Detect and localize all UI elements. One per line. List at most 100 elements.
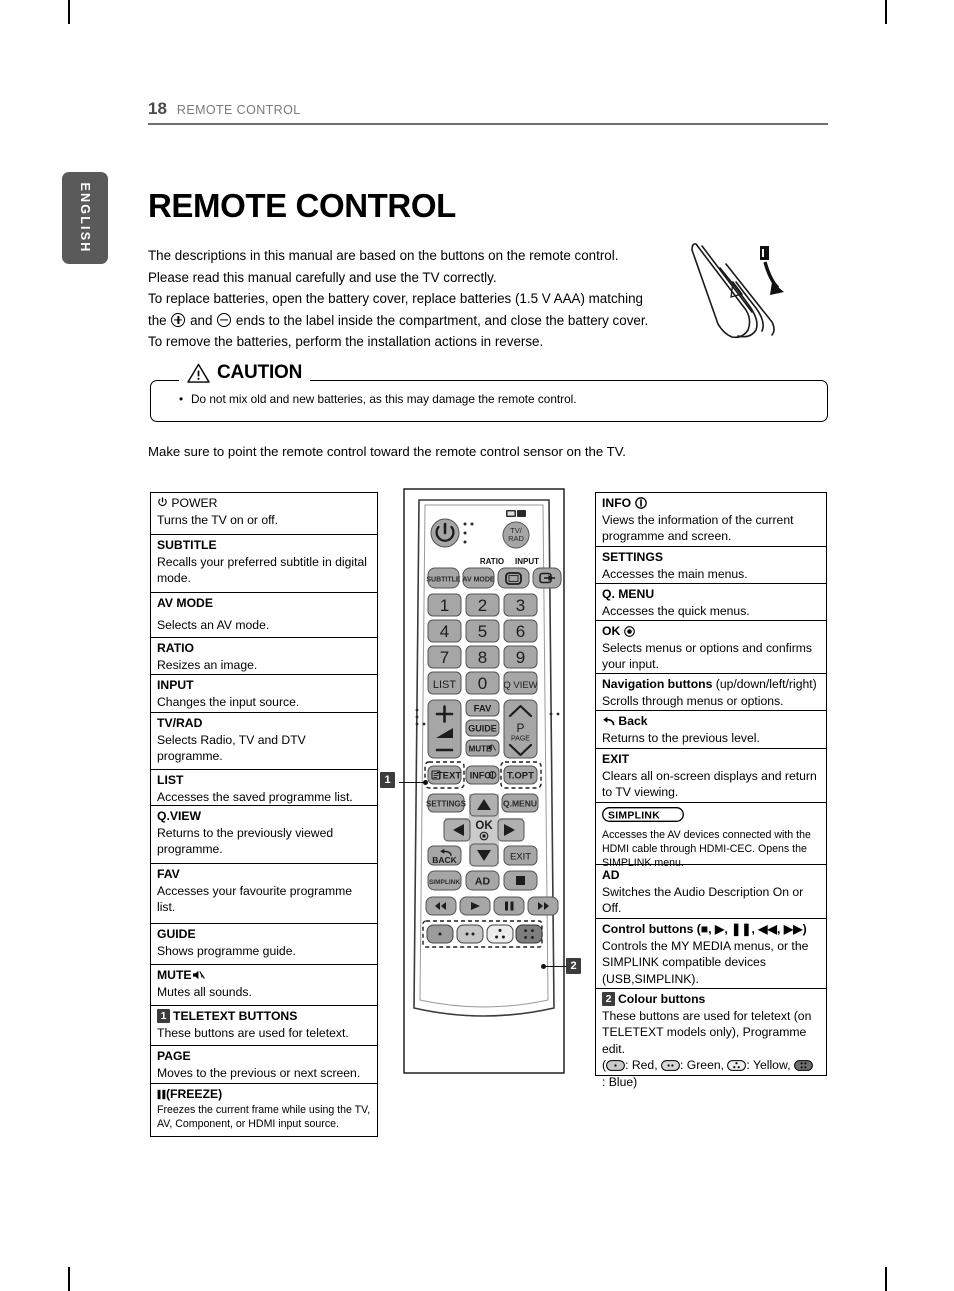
mute-icon: [192, 970, 205, 980]
row-desc: Views the information of the current pro…: [602, 512, 794, 544]
blue-label: : Blue): [602, 1074, 638, 1089]
row-desc: These buttons are used for teletext (on …: [602, 1008, 812, 1056]
row-title: LIST: [157, 773, 184, 787]
row-title-text: POWER: [171, 496, 218, 510]
callout-2-marker: 2: [566, 958, 581, 974]
table-row: RATIO Resizes an image.: [151, 638, 377, 675]
crop-mark-bottom-left: [68, 1267, 70, 1291]
row-desc: These buttons are used for teletext.: [157, 1025, 349, 1040]
svg-text:SIMPLINK: SIMPLINK: [429, 879, 460, 886]
row-title: 1 TELETEXT BUTTONS: [157, 1008, 372, 1025]
row-title-text: TELETEXT BUTTONS: [173, 1009, 298, 1023]
table-row: AD Switches the Audio Description On or …: [596, 865, 826, 919]
right-description-table: INFO Views the information of the curren…: [595, 492, 827, 1089]
row-title-text: Back: [618, 714, 648, 728]
table-row: GUIDE Shows programme guide.: [151, 924, 377, 965]
svg-text:RAD: RAD: [508, 534, 524, 543]
table-row: Q. MENU Accesses the quick menus.: [596, 584, 826, 621]
simplink-logo: SIMPLINK: [602, 807, 821, 827]
row-title: Control buttons (■, ▶, ❚❚, ◀◀, ▶▶): [602, 921, 821, 938]
row-desc: Turns the TV on or off.: [157, 512, 279, 527]
row-title: RATIO: [157, 641, 195, 655]
row-desc: Moves to the previous or next screen.: [157, 1065, 361, 1080]
row-title-text: Control buttons: [602, 922, 694, 936]
svg-text:MUTE: MUTE: [469, 745, 492, 754]
row-desc: Mutes all sounds.: [157, 984, 252, 999]
svg-text:9: 9: [516, 648, 525, 667]
intro-line-4: the and ends to the label inside the com…: [148, 310, 693, 332]
crop-mark-bottom-right: [885, 1267, 887, 1291]
row-title-text: OK: [602, 624, 621, 638]
svg-text:INPUT: INPUT: [515, 557, 539, 566]
table-row: EXIT Clears all on-screen displays and r…: [596, 749, 826, 803]
row-title: Q. MENU: [602, 587, 655, 601]
intro-line-4a: the: [148, 312, 167, 328]
row-title-text: INFO: [602, 496, 632, 510]
svg-text:BACK: BACK: [432, 855, 457, 865]
svg-text:EXIT: EXIT: [510, 852, 531, 863]
row-title: SETTINGS: [602, 550, 663, 564]
svg-text:0: 0: [478, 674, 487, 693]
svg-text:AV MODE: AV MODE: [462, 577, 494, 584]
intro-line-5: To remove the batteries, perform the ins…: [148, 334, 544, 349]
language-tab: ENGLISH: [62, 172, 108, 264]
plus-terminal-icon: [171, 312, 186, 327]
row-title: AV MODE: [157, 596, 213, 610]
pause-icon: [157, 1089, 166, 1100]
svg-text:PAGE: PAGE: [511, 736, 530, 743]
row-title-suffix: (up/down/left/right): [712, 677, 817, 691]
callout-marker-1: 1: [157, 1009, 170, 1023]
table-row: POWER Turns the TV on or off.: [151, 493, 377, 535]
row-desc: Resizes an image.: [157, 657, 258, 672]
page-header: 18 REMOTE CONTROL: [148, 100, 828, 125]
row-desc: Accesses your favourite programme list.: [157, 883, 353, 915]
minus-terminal-icon: [217, 312, 232, 327]
table-row: (FREEZE) Freezes the current frame while…: [151, 1084, 377, 1136]
row-title-suffix: (■, ▶, ❚❚, ◀◀, ▶▶): [693, 922, 807, 936]
table-row: 1 TELETEXT BUTTONS These buttons are used…: [151, 1006, 377, 1046]
row-desc: Selects an AV mode.: [157, 617, 372, 634]
row-title: 2 Colour buttons: [602, 991, 821, 1008]
row-desc: Scrolls through menus or options.: [602, 693, 784, 708]
info-icon: [634, 497, 647, 509]
row-desc: Freezes the current frame while using th…: [157, 1103, 371, 1130]
table-row: PAGE Moves to the previous or next scree…: [151, 1046, 377, 1084]
svg-text:7: 7: [440, 648, 449, 667]
caution-bullet-icon: •: [179, 392, 184, 406]
table-row: 2 Colour buttons These buttons are used f…: [596, 989, 826, 1089]
green-label: : Green,: [679, 1058, 725, 1072]
row-title-text: Colour buttons: [618, 992, 706, 1006]
row-title-text: Navigation buttons: [602, 677, 713, 691]
caution-box: CAUTION • Do not mix old and new batterie…: [150, 362, 828, 422]
row-title: (FREEZE): [157, 1086, 372, 1103]
row-desc: Accesses the saved programme list.: [157, 789, 353, 804]
row-title: INPUT: [157, 678, 194, 692]
row-title: INFO: [602, 495, 821, 512]
row-title: Navigation buttons (up/down/left/right): [602, 676, 821, 693]
table-row: SETTINGS Accesses the main menus.: [596, 547, 826, 584]
svg-text:RATIO: RATIO: [480, 557, 504, 566]
language-tab-label: ENGLISH: [78, 182, 92, 254]
table-row: FAV Accesses your favourite programme li…: [151, 864, 377, 924]
svg-text:6: 6: [516, 622, 525, 641]
svg-text:Q VIEW: Q VIEW: [503, 680, 537, 691]
intro-line-4b: and: [190, 312, 213, 328]
sensor-note: Make sure to point the remote control to…: [148, 444, 626, 459]
row-desc-text: Selects an AV mode.: [157, 617, 270, 632]
row-title-text: MUTE: [157, 968, 192, 982]
svg-text:GUIDE: GUIDE: [468, 724, 497, 734]
intro-line-1: The descriptions in this manual are base…: [148, 248, 619, 263]
caution-text-row: • Do not mix old and new batteries, as th…: [179, 392, 577, 406]
yellow-label: : Yellow,: [746, 1058, 791, 1072]
row-title: FAV: [157, 867, 180, 881]
row-title: TV/RAD: [157, 716, 203, 730]
row-desc: Accesses the main menus.: [602, 566, 748, 581]
caution-header: CAUTION: [179, 362, 311, 384]
callout-1-label: 1: [380, 772, 395, 788]
row-title: Q.VIEW: [157, 809, 202, 823]
row-desc: Changes the input source.: [157, 694, 300, 709]
table-row: INFO Views the information of the curren…: [596, 493, 826, 547]
table-row: AV MODE Selects an AV mode.: [151, 593, 377, 638]
header-rule: [148, 123, 828, 125]
row-title: MUTE: [157, 967, 372, 984]
